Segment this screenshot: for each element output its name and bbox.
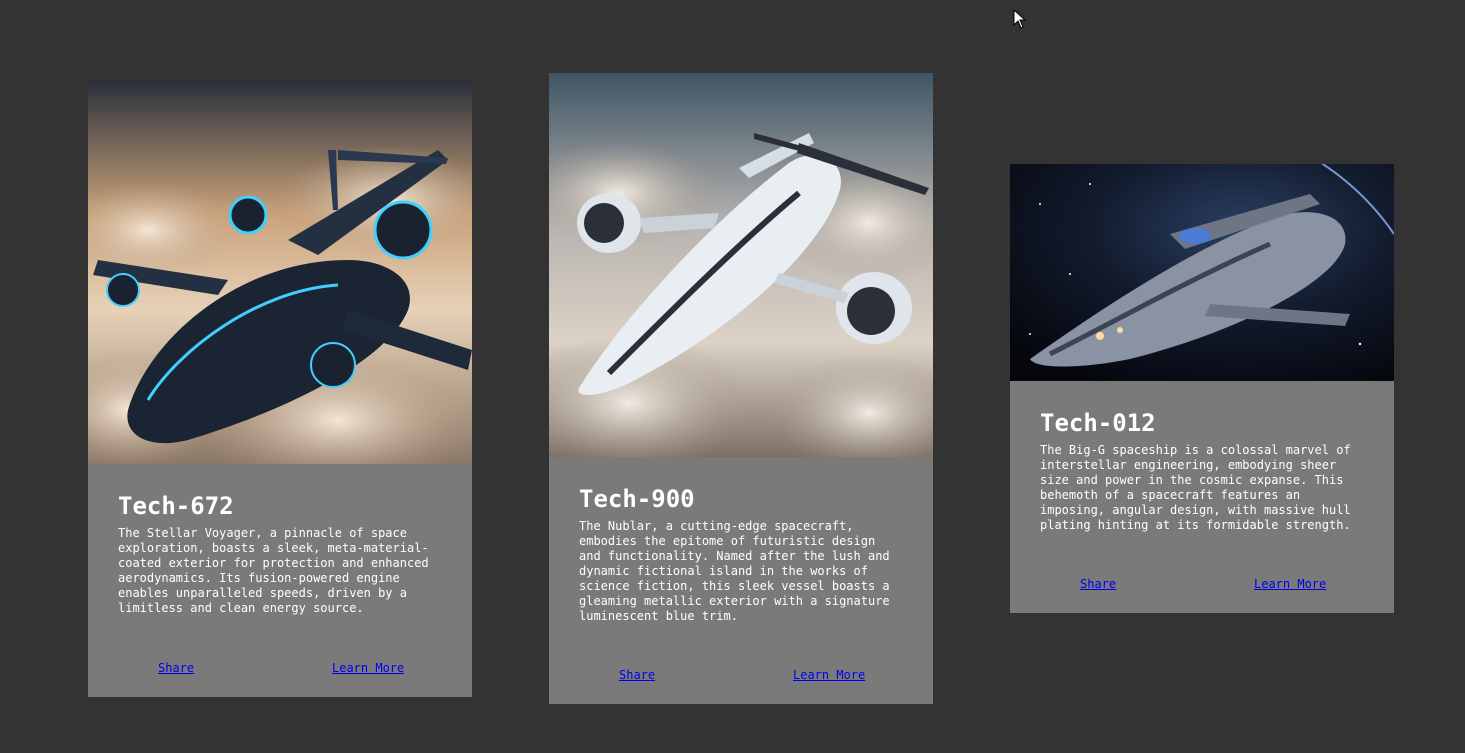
share-link[interactable]: Share (619, 668, 655, 682)
learn-more-link[interactable]: Learn More (1254, 577, 1326, 591)
card-title: Tech-900 (579, 485, 695, 513)
card-actions: Share Learn More (1010, 577, 1394, 593)
learn-more-link[interactable]: Learn More (793, 668, 865, 682)
card-image-stellar-voyager (88, 80, 472, 464)
page: Tech-672 The Stellar Voyager, a pinnacle… (0, 0, 1465, 753)
learn-more-link[interactable]: Learn More (332, 661, 404, 675)
card-description: The Nublar, a cutting-edge spacecraft, e… (579, 519, 890, 623)
share-link[interactable]: Share (158, 661, 194, 675)
card-title: Tech-012 (1040, 409, 1156, 437)
card-body: Tech-672 The Stellar Voyager, a pinnacle… (88, 464, 472, 616)
card-title: Tech-672 (118, 492, 234, 520)
card-image-big-g (1010, 164, 1394, 381)
share-link[interactable]: Share (1080, 577, 1116, 591)
card-actions: Share Learn More (88, 661, 472, 677)
card-actions: Share Learn More (549, 668, 933, 684)
card-tech-012: Tech-012 The Big-G spaceship is a coloss… (1010, 164, 1394, 613)
card-description: The Stellar Voyager, a pinnacle of space… (118, 526, 429, 615)
card-image-nublar (549, 73, 933, 457)
card-tech-900: Tech-900 The Nublar, a cutting-edge spac… (549, 73, 933, 704)
card-body: Tech-012 The Big-G spaceship is a coloss… (1010, 381, 1394, 533)
card-body: Tech-900 The Nublar, a cutting-edge spac… (549, 457, 933, 624)
mouse-cursor-icon (1013, 9, 1027, 29)
card-tech-672: Tech-672 The Stellar Voyager, a pinnacle… (88, 80, 472, 697)
card-description: The Big-G spaceship is a colossal marvel… (1040, 443, 1351, 532)
